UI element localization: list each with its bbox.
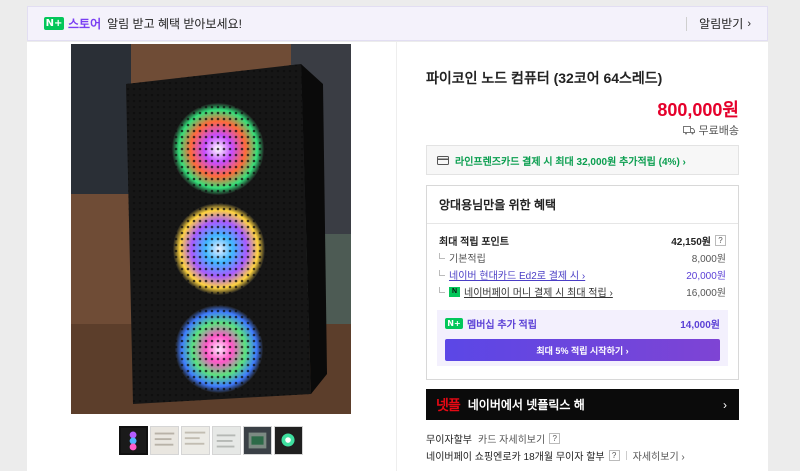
thumbnail-1[interactable] [119,426,148,455]
thumbnail-3[interactable] [181,426,210,455]
thumbnail-strip [119,426,303,455]
naver-plus-store-logo[interactable]: N+ 스토어 [44,15,101,32]
tree-branch-icon [439,270,445,276]
shipping-label: 무료배송 [698,125,739,137]
benefit-row-basic: 기본적립 8,000원 [427,249,738,266]
tree-branch-icon [439,253,445,259]
store-notice-bar: N+ 스토어 알림 받고 혜택 받아보세요! 알림받기 › [27,6,768,41]
alarm-button-label: 알림받기 [699,17,744,31]
main-product-photo[interactable] [71,44,351,414]
product-price: 800,000원 [657,100,739,120]
max-points-row: 최대 적립 포인트 42,150원 ? [427,232,738,249]
benefit-row-hyundai[interactable]: 네이버 현대카드 Ed2로 결제 시 › 20,000원 [427,266,738,283]
card-promo-text: 라인프렌즈카드 결제 시 최대 32,000원 추가적립 (4%) › [455,156,686,168]
installment-label: 무이자할부 [426,435,472,446]
npay-installment-text: 네이버페이 쇼핑엔로카 18개월 무이자 할부 [426,452,605,463]
card-icon [437,155,449,165]
chevron-right-icon: › [747,17,751,30]
help-icon[interactable]: ? [715,235,726,246]
thumbnail-2[interactable] [150,426,179,455]
naver-plus-logo-icon: N+ [445,318,463,329]
thumbnail-5[interactable] [243,426,272,455]
basic-points-label: 기본적립 [449,254,486,265]
membership-row: N+ 멤버십 추가 적립 14,000원 [445,316,720,331]
card-detail-link[interactable]: 카드 자세히보기 [478,431,545,446]
truck-icon [682,125,695,134]
netflix-banner[interactable]: 넷플 네이버에서 넷플릭스 해 › [426,389,739,420]
benefit-heading: 앙대용님만을 위한 혜택 [427,186,738,224]
hyundai-card-link[interactable]: 네이버 현대카드 Ed2로 결제 시 › [449,267,585,282]
netflix-banner-text: 네이버에서 넷플릭스 해 [467,398,585,412]
chevron-right-icon: › [723,397,727,412]
npay-money-value: 16,000원 [686,288,726,299]
basic-points-value: 8,000원 [691,254,726,265]
notice-message: 알림 받고 혜택 받아보세요! [107,17,242,31]
npay-installment-row: 네이버페이 쇼핑엔로카 18개월 무이자 할부 ? 자세히보기 › [426,448,685,463]
hyundai-card-value: 20,000원 [686,271,726,282]
npay-detail-link[interactable]: 자세히보기 › [633,448,685,463]
help-icon[interactable]: ? [608,450,620,461]
membership-box: N+ 멤버십 추가 적립 14,000원 최대 5% 적립 시작하기 › [437,310,728,366]
membership-label: 멤버십 추가 적립 [467,320,537,331]
thumbnail-6[interactable] [274,426,303,455]
max-points-value: 42,150원 [671,237,711,248]
membership-value: 14,000원 [680,320,720,331]
product-title: 파이코인 노드 컴퓨터 (32코어 64스레드) [426,70,663,86]
benefit-box: 앙대용님만을 위한 혜택 최대 적립 포인트 42,150원 ? 기본적립 8,… [426,185,739,380]
tree-branch-icon [439,287,445,293]
shipping-info: 무료배송 [682,122,739,138]
store-logo-text: 스토어 [68,17,102,31]
start-membership-button[interactable]: 최대 5% 적립 시작하기 › [445,339,720,361]
divider [625,451,627,460]
benefit-row-npay[interactable]: N 네이버페이 머니 결제 시 최대 적립 › 16,000원 [427,283,738,300]
netflix-logo: 넷플 [436,396,461,413]
alarm-button[interactable]: 알림받기 › [686,15,751,32]
naver-plus-logo-icon: N+ [44,17,64,30]
installment-row: 무이자할부 카드 자세히보기 ? [426,431,561,446]
thumbnail-4[interactable] [212,426,241,455]
npay-money-link[interactable]: 네이버페이 머니 결제 시 최대 적립 › [464,284,613,299]
max-points-label: 최대 적립 포인트 [439,237,509,248]
npay-icon: N [449,286,460,297]
product-gallery [27,42,397,471]
product-panel: 파이코인 노드 컴퓨터 (32코어 64스레드) 800,000원 무료배송 라… [27,42,768,471]
divider [686,16,688,31]
card-promo-banner[interactable]: 라인프렌즈카드 결제 시 최대 32,000원 추가적립 (4%) › [426,145,739,175]
help-icon[interactable]: ? [549,433,561,444]
